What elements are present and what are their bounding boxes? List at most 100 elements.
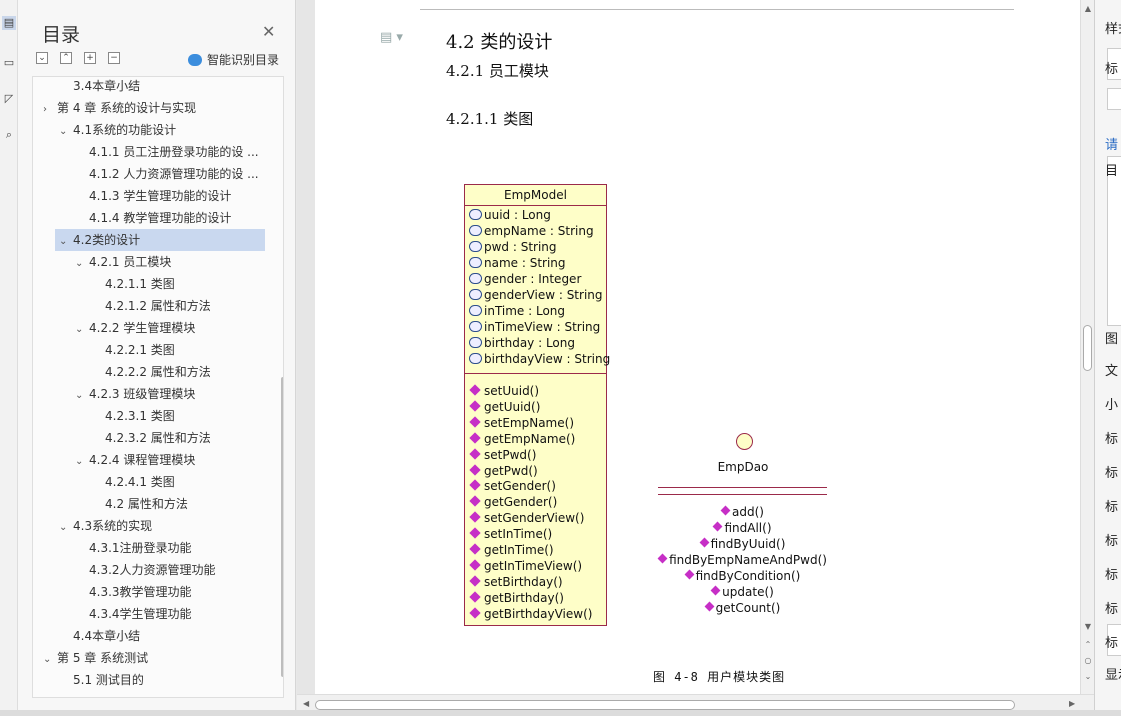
bookmark-rail-icon[interactable]: ◸	[2, 92, 16, 106]
select-browse-icon[interactable]: ○	[1082, 656, 1094, 665]
dao-operation: update()	[658, 584, 828, 600]
uml-operation-text: setPwd()	[484, 447, 537, 462]
toc-item[interactable]: 4.4本章小结	[33, 625, 279, 647]
empmodel-class-name: EmpModel	[465, 185, 606, 206]
scroll-up-icon[interactable]: ▲	[1082, 4, 1094, 13]
toc-scrollbar[interactable]	[281, 377, 283, 677]
scroll-left-icon[interactable]: ◀	[303, 699, 309, 708]
uml-operation-text: setUuid()	[484, 384, 540, 398]
private-attribute-icon	[469, 273, 482, 284]
public-method-icon	[657, 553, 668, 564]
chevron-down-icon[interactable]: ⌄	[75, 451, 89, 471]
public-method-icon	[469, 543, 481, 555]
uml-attribute: pwd : String	[469, 239, 557, 255]
private-attribute-icon	[469, 353, 482, 364]
toc-rail-icon[interactable]: ▤	[2, 16, 16, 30]
toc-item[interactable]: ⌄ 4.2.3 班级管理模块	[33, 383, 279, 405]
toc-item[interactable]: 4.2.2.1 类图	[33, 339, 279, 361]
toc-item-label: 4.1.2 人力资源管理功能的设 ...	[89, 167, 259, 181]
toc-item[interactable]: 4.2 属性和方法	[33, 493, 279, 515]
private-attribute-icon	[469, 321, 482, 332]
collapse-all-icon[interactable]: ⌄	[36, 52, 48, 64]
style-list[interactable]	[1107, 156, 1121, 326]
uml-operation: setBirthday()	[469, 574, 563, 590]
close-icon[interactable]: ✕	[262, 22, 275, 41]
chevron-down-icon[interactable]: ⌄	[59, 517, 73, 537]
toc-item[interactable]: 5.1 测试目的	[33, 669, 279, 691]
toc-item-label: 4.1.4 教学管理功能的设计	[89, 211, 232, 225]
chevron-down-icon[interactable]: ⌄	[59, 231, 73, 251]
style-input[interactable]	[1107, 88, 1121, 110]
toc-item[interactable]: 4.2.1.2 属性和方法	[33, 295, 279, 317]
toc-item[interactable]: 4.1.2 人力资源管理功能的设 ...	[33, 163, 279, 185]
toc-item[interactable]: › 第 4 章 系统的设计与实现	[33, 97, 279, 119]
toc-item-label: 3.4本章小结	[73, 79, 141, 93]
style-panel-text: 标	[1105, 500, 1119, 515]
uml-attribute: birthday : Long	[469, 335, 575, 351]
toc-item[interactable]: 4.3.1注册登录功能	[33, 537, 279, 559]
vertical-scroll-thumb[interactable]	[1083, 325, 1092, 371]
uml-operation-text: getInTime()	[484, 543, 554, 557]
dao-operation: findByCondition()	[658, 568, 828, 584]
private-attribute-icon	[469, 337, 482, 348]
public-method-icon	[699, 537, 710, 548]
scroll-right-icon[interactable]: ▶	[1069, 699, 1075, 708]
document-icon[interactable]: ▤ ▾	[380, 30, 403, 45]
public-method-icon	[469, 447, 481, 460]
uml-attribute-text: empName : String	[484, 224, 594, 238]
smart-toc-button[interactable]: 智能识别目录	[188, 51, 279, 68]
toc-item[interactable]: ⌄ 4.3系统的实现	[33, 515, 279, 537]
toc-item[interactable]: 4.2.3.2 属性和方法	[33, 427, 279, 449]
style-panel-text: 标	[1105, 534, 1119, 549]
toc-item-label: 4.2.3.1 类图	[105, 409, 175, 423]
chevron-down-icon[interactable]: ⌄	[75, 385, 89, 405]
style-panel-text: 标	[1105, 568, 1119, 583]
chevron-down-icon[interactable]: ⌄	[43, 649, 57, 669]
empmodel-class-box: EmpModel uuid : Long empName : String pwd …	[464, 184, 610, 626]
style-panel-text: 小	[1105, 398, 1119, 413]
public-method-icon	[469, 432, 481, 444]
dao-operation: getCount()	[658, 600, 828, 616]
expand-up-icon[interactable]: ⌃	[60, 52, 72, 64]
toc-item[interactable]: ⌄ 4.2.4 课程管理模块	[33, 449, 279, 471]
toc-item[interactable]: 4.2.2.2 属性和方法	[33, 361, 279, 383]
toc-item[interactable]: ⌄ 第 5 章 系统测试	[33, 647, 279, 669]
scroll-down-icon[interactable]: ▼	[1082, 622, 1094, 631]
toc-item[interactable]: ⌄ 4.1系统的功能设计	[33, 119, 279, 141]
public-method-icon	[704, 601, 715, 612]
toc-item[interactable]: 4.3.4学生管理功能	[33, 603, 279, 625]
toc-item[interactable]: 4.2.1.1 类图	[33, 273, 279, 295]
public-method-icon	[469, 463, 481, 476]
toc-item[interactable]: 4.1.4 教学管理功能的设计	[33, 207, 279, 229]
vertical-scrollbar[interactable]: ▲ ▼ ⌃ ○ ⌄	[1080, 0, 1094, 694]
toc-item[interactable]: ⌄ 4.2.1 员工模块	[33, 251, 279, 273]
search-rail-icon[interactable]: ⌕	[2, 128, 16, 142]
add-heading-icon[interactable]: +	[84, 52, 96, 64]
toc-item[interactable]: 3.4本章小结	[33, 77, 279, 97]
chevron-down-icon[interactable]: ⌄	[75, 319, 89, 339]
uml-attribute-text: name : String	[484, 256, 566, 270]
uml-operation-text: getGender()	[484, 495, 558, 510]
toc-item[interactable]: 4.3.3教学管理功能	[33, 581, 279, 603]
toc-item[interactable]: 4.1.3 学生管理功能的设计	[33, 185, 279, 207]
toc-item[interactable]: ⌄ 4.2.2 学生管理模块	[33, 317, 279, 339]
horizontal-scroll-thumb[interactable]	[315, 700, 1015, 710]
public-method-icon	[469, 384, 481, 396]
remove-heading-icon[interactable]: −	[108, 52, 120, 64]
chevron-right-icon[interactable]: ›	[43, 99, 57, 119]
toc-item[interactable]: 4.1.1 员工注册登录功能的设 ...	[33, 141, 279, 163]
toc-item[interactable]: 4.2.4.1 类图	[33, 471, 279, 493]
toc-item-label: 4.2.1.2 属性和方法	[105, 299, 211, 313]
toc-item-label: 4.3.2人力资源管理功能	[89, 563, 216, 577]
toc-item[interactable]: 4.2.3.1 类图	[33, 405, 279, 427]
toc-item[interactable]: 4.3.2人力资源管理功能	[33, 559, 279, 581]
ai-icon	[188, 53, 202, 66]
outline-rail-icon[interactable]: ▭	[2, 56, 16, 70]
chevron-down-icon[interactable]: ⌄	[59, 121, 73, 141]
chevron-down-icon[interactable]: ⌄	[75, 253, 89, 273]
side-rail: ▤ ▭ ◸ ⌕	[0, 0, 18, 716]
next-page-icon[interactable]: ⌄	[1082, 672, 1094, 681]
prev-page-icon[interactable]: ⌃	[1082, 640, 1094, 649]
toc-item[interactable]: ⌄ 4.2类的设计	[55, 229, 265, 251]
public-method-icon	[469, 400, 481, 412]
